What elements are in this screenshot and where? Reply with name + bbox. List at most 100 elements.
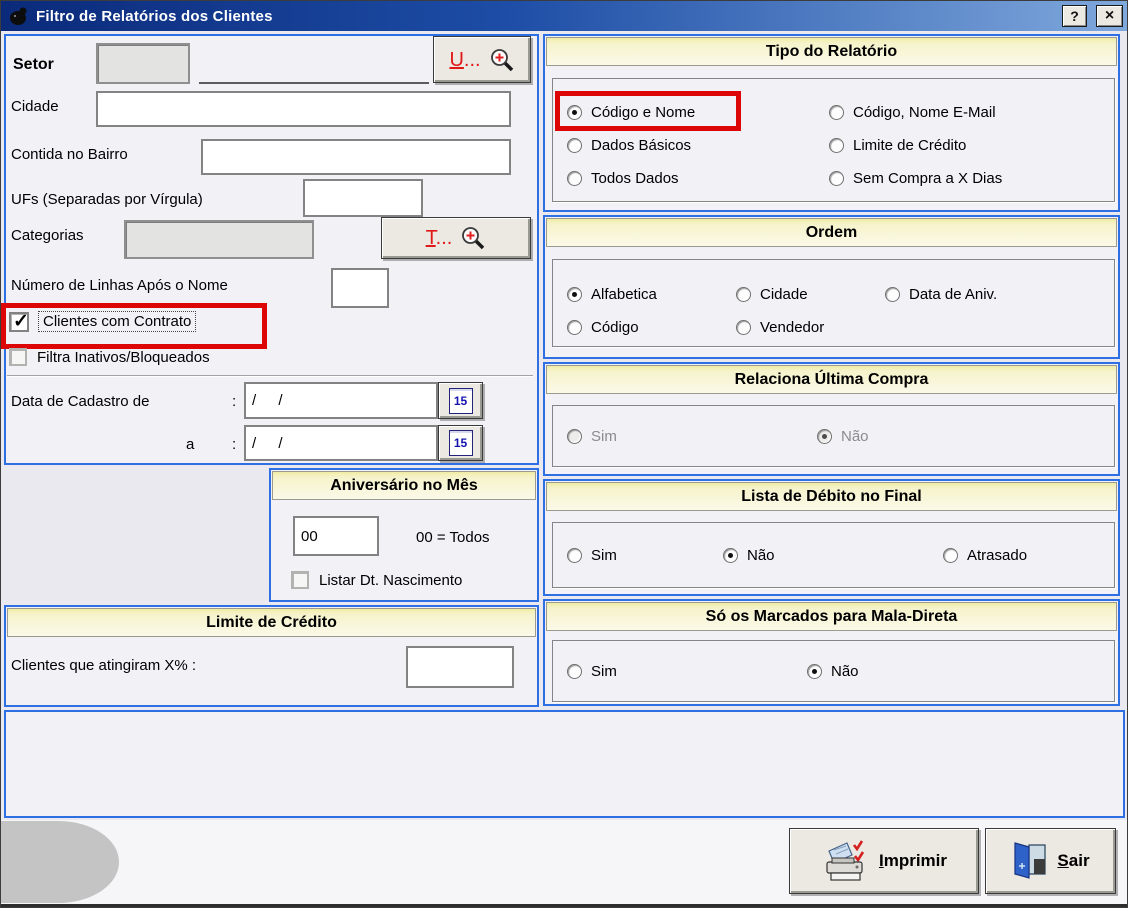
listar-nascimento-label: Listar Dt. Nascimento (319, 572, 463, 589)
limite-credito-header: Limite de Crédito (7, 608, 536, 637)
radio-codigo[interactable]: Código (567, 316, 639, 338)
colon: : (232, 393, 237, 410)
radio-mala-nao[interactable]: Não (807, 660, 859, 682)
filtra-inativos-label: Filtra Inativos/Bloqueados (37, 349, 210, 366)
zoom-icon (462, 227, 485, 250)
imprimir-button[interactable]: Imprimir (789, 828, 979, 894)
radio-debito-atrasado[interactable]: Atrasado (943, 544, 1027, 566)
categorias-lookup-button[interactable]: T... (381, 217, 531, 259)
date-to-input[interactable]: / / (244, 425, 438, 461)
data-cadastro-de-label: Data de Cadastro de (11, 393, 150, 410)
cidade-label: Cidade (11, 98, 59, 115)
radio-icon (567, 319, 582, 335)
bottom-edge-bar (1, 904, 1127, 907)
categorias-value-box (124, 220, 314, 259)
filtra-inativos-checkbox[interactable]: Filtra Inativos/Bloqueados (9, 348, 210, 366)
separator-line (7, 375, 533, 376)
radio-icon (736, 286, 751, 302)
clientes-com-contrato-label: Clientes com Contrato (37, 311, 197, 332)
calendar-icon: 15 (448, 387, 473, 414)
radio-cidade[interactable]: Cidade (736, 283, 808, 305)
calendar-icon: 15 (448, 430, 473, 456)
ordem-header: Ordem (546, 218, 1117, 247)
radio-icon (943, 547, 958, 563)
linhas-input[interactable] (331, 268, 389, 308)
radio-debito-nao[interactable]: Não (723, 544, 775, 566)
checkbox-checked-icon (9, 310, 29, 333)
ufs-label: UFs (Separadas por Vírgula) (11, 191, 203, 208)
radio-dados-basicos[interactable]: Dados Básicos (567, 134, 691, 156)
radio-icon (567, 170, 582, 186)
date-from-input[interactable]: / / (244, 382, 438, 419)
data-cadastro-a-label: a (186, 436, 195, 453)
setor-lookup-label: U... (449, 48, 481, 71)
radio-icon (829, 104, 844, 120)
zoom-icon (490, 48, 513, 71)
tipo-relatorio-header: Tipo do Relatório (546, 37, 1117, 66)
close-icon[interactable]: × (1096, 5, 1123, 27)
printer-icon (826, 840, 865, 881)
mala-direta-header: Só os Marcados para Mala-Direta (546, 602, 1117, 631)
radio-codigo-e-nome[interactable]: Código e Nome (567, 101, 695, 123)
radio-todos-dados[interactable]: Todos Dados (567, 167, 679, 189)
cidade-input[interactable] (96, 91, 511, 127)
lista-debito-header: Lista de Débito no Final (546, 482, 1117, 511)
listar-nascimento-checkbox[interactable]: Listar Dt. Nascimento (291, 571, 462, 589)
categorias-lookup-label: T... (425, 227, 453, 249)
radio-sem-compra[interactable]: Sem Compra a X Dias (829, 167, 1002, 189)
setor-label: Setor (13, 56, 54, 73)
bairro-label: Contida no Bairro (11, 146, 128, 163)
setor-value-box (96, 43, 190, 84)
radio-icon (829, 170, 844, 186)
lista-debito-group (552, 522, 1115, 588)
window-icon (10, 7, 27, 25)
date-to-calendar-button[interactable]: 15 (438, 425, 483, 461)
aniversario-hint: 00 = Todos (416, 529, 490, 546)
aniversario-month-input[interactable] (293, 516, 379, 556)
checkbox-unchecked-icon (291, 571, 309, 589)
aniversario-header: Aniversário no Mês (272, 471, 536, 500)
radio-codigo-nome-email[interactable]: Código, Nome E-Mail (829, 101, 996, 123)
setor-lookup-button[interactable]: U... (433, 36, 531, 83)
radio-vendedor[interactable]: Vendedor (736, 316, 824, 338)
radio-relaciona-nao: Não (817, 425, 869, 447)
title-bar: Filtro de Relatórios dos Clientes (1, 1, 1127, 31)
radio-alfabetica[interactable]: Alfabetica (567, 283, 657, 305)
categorias-label: Categorias (11, 227, 84, 244)
radio-icon (829, 137, 844, 153)
decorative-ellipse (1, 821, 119, 903)
dialog-window: Filtro de Relatórios dos Clientes ? × Se… (0, 0, 1128, 908)
sair-label: Sair (1057, 851, 1090, 870)
radio-icon (736, 319, 751, 335)
imprimir-label: Imprimir (878, 851, 948, 870)
radio-icon (567, 663, 582, 679)
limite-credito-input[interactable] (406, 646, 514, 688)
radio-icon (567, 137, 582, 153)
radio-debito-sim[interactable]: Sim (567, 544, 617, 566)
setor-underline (199, 82, 429, 84)
linhas-label: Número de Linhas Após o Nome (11, 277, 228, 294)
radio-selected-icon (807, 663, 822, 679)
radio-selected-icon (723, 547, 738, 563)
bairro-input[interactable] (201, 139, 511, 175)
date-from-calendar-button[interactable]: 15 (438, 382, 483, 419)
radio-relaciona-sim: Sim (567, 425, 617, 447)
help-icon[interactable]: ? (1062, 5, 1087, 27)
door-icon (1014, 842, 1047, 879)
checkbox-unchecked-icon (9, 348, 27, 366)
ufs-input[interactable] (303, 179, 423, 217)
radio-icon (885, 286, 900, 302)
relaciona-header: Relaciona Última Compra (546, 365, 1117, 394)
limite-credito-label: Clientes que atingiram X% : (11, 657, 197, 674)
radio-selected-icon (567, 286, 582, 302)
clientes-com-contrato-checkbox[interactable]: Clientes com Contrato (9, 310, 197, 333)
radio-selected-icon (567, 104, 582, 120)
radio-icon (567, 547, 582, 563)
window-title: Filtro de Relatórios dos Clientes (36, 7, 273, 25)
radio-limite-de-credito[interactable]: Limite de Crédito (829, 134, 966, 156)
radio-mala-sim[interactable]: Sim (567, 660, 617, 682)
sair-button[interactable]: Sair (985, 828, 1116, 894)
radio-disabled-selected-icon (817, 428, 832, 444)
colon: : (232, 436, 237, 453)
radio-data-de-aniv[interactable]: Data de Aniv. (885, 283, 997, 305)
